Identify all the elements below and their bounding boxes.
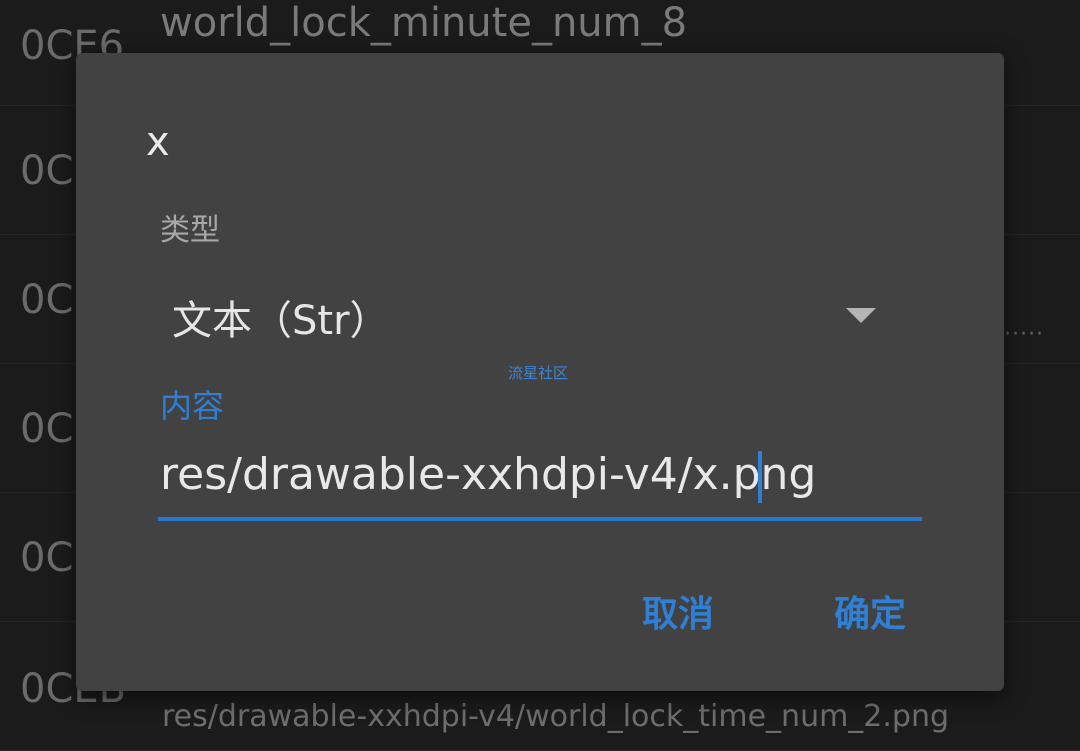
dropdown-arrow-icon[interactable] [846, 308, 876, 323]
content-input[interactable]: res/drawable-xxhdpi-v4/x.png [158, 443, 922, 521]
resource-id: 0C [20, 276, 74, 323]
resource-id: 0C [20, 147, 74, 194]
resource-id: 0C [20, 534, 74, 581]
ok-button[interactable]: 确定 [834, 585, 906, 637]
resource-id: 0C [20, 405, 74, 452]
type-selected-value: 文本（Str） [172, 298, 390, 344]
resource-name: world_lock_minute_num_8 [160, 0, 688, 46]
dialog-title: x [146, 119, 170, 165]
type-label: 类型 [160, 213, 220, 248]
text-cursor [758, 451, 762, 503]
content-input-value[interactable]: res/drawable-xxhdpi-v4/x.png [160, 449, 816, 500]
truncation-ellipsis: ····· [1004, 322, 1044, 347]
content-label: 内容 [160, 387, 225, 425]
type-dropdown[interactable]: 文本（Str） [160, 278, 920, 350]
edit-resource-dialog: x 类型 文本（Str） 流星社区 内容 res/drawable-xxhdpi… [76, 53, 1004, 691]
watermark: 流星社区 [508, 364, 569, 382]
resource-value: res/drawable-xxhdpi-v4/world_lock_time_n… [162, 699, 950, 734]
cancel-button[interactable]: 取消 [642, 585, 714, 637]
